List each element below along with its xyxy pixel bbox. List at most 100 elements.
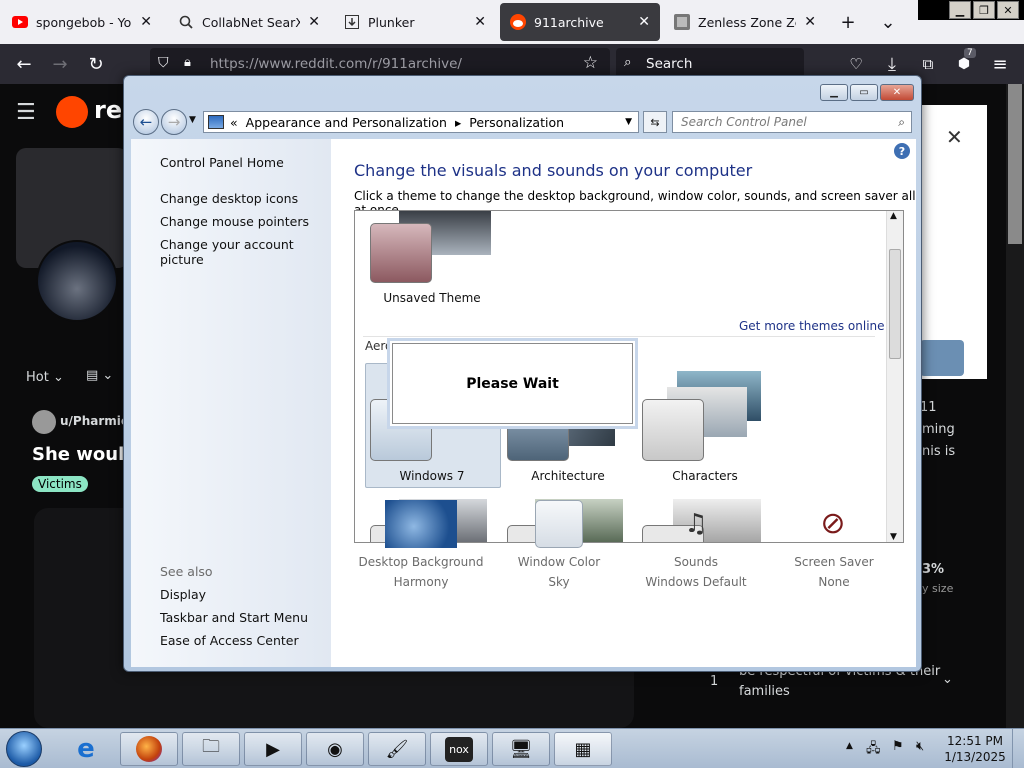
tab-zenless[interactable]: Zenless Zone Zero - ✕: [664, 3, 826, 41]
search-icon[interactable]: ⌕: [898, 115, 905, 130]
show-hidden-icons[interactable]: ▲: [846, 741, 853, 751]
sidebar-link-account-picture[interactable]: Change your account picture: [160, 237, 331, 267]
unsaved-theme-color-swatch[interactable]: [370, 223, 432, 283]
scroll-down-icon[interactable]: ▼: [890, 532, 897, 542]
refresh-button[interactable]: ⇆: [643, 111, 667, 133]
chevron-down-icon[interactable]: ▼: [625, 117, 632, 127]
cp-minimize-button[interactable]: ▁: [820, 84, 848, 101]
breadcrumb-separator-icon[interactable]: ▸: [455, 115, 461, 130]
internet-explorer-icon[interactable]: e: [70, 735, 102, 763]
scroll-up-icon[interactable]: ▲: [890, 211, 897, 221]
close-button[interactable]: ✕: [997, 1, 1019, 19]
action-center-flag-icon[interactable]: ⚑: [892, 739, 904, 754]
show-desktop-button[interactable]: [1012, 729, 1024, 768]
sort-dropdown[interactable]: Hot ⌄: [26, 370, 64, 385]
computer-icon[interactable]: 🖥︎: [492, 732, 550, 766]
page-scrollbar-thumb[interactable]: [1008, 84, 1022, 244]
theme-windows-7-label[interactable]: Windows 7: [367, 469, 497, 483]
sounds-label[interactable]: Sounds: [621, 555, 771, 569]
lock-icon[interactable]: 🔒︎: [184, 55, 191, 70]
screen-saver-icon[interactable]: ⊘: [811, 500, 855, 548]
cp-search-input[interactable]: Search Control Panel ⌕: [672, 111, 912, 133]
menu-icon[interactable]: ≡: [988, 52, 1012, 76]
pocket-icon[interactable]: ♡: [844, 52, 868, 76]
new-tab-button[interactable]: +: [836, 10, 860, 34]
cp-close-button[interactable]: ✕: [880, 84, 914, 101]
ublock-icon[interactable]: ⬢ 7: [952, 48, 976, 76]
theme-characters-label[interactable]: Characters: [640, 469, 770, 483]
shield-icon[interactable]: ⛉: [158, 55, 169, 71]
volume-muted-icon[interactable]: 🔇︎: [916, 739, 924, 754]
view-toggle-icon[interactable]: ▤ ⌄: [86, 368, 113, 383]
window-color-value[interactable]: Sky: [484, 575, 634, 589]
get-more-themes-link[interactable]: Get more themes online: [739, 319, 885, 333]
nox-icon[interactable]: nox: [430, 732, 488, 766]
hamburger-icon[interactable]: ☰: [16, 100, 36, 125]
unsaved-theme-label[interactable]: Unsaved Theme: [367, 291, 497, 305]
cp-maximize-button[interactable]: ▭: [850, 84, 878, 101]
post-flair[interactable]: Victims: [32, 476, 88, 492]
firefox-icon[interactable]: [120, 732, 178, 766]
desktop-background-value[interactable]: Harmony: [346, 575, 496, 589]
tab-911archive[interactable]: 911archive ✕: [500, 3, 660, 41]
tab-searxng[interactable]: CollabNet SearXNG ✕: [168, 3, 330, 41]
help-icon[interactable]: ?: [894, 143, 910, 159]
chevron-down-icon[interactable]: ⌄: [942, 672, 953, 687]
system-clock[interactable]: 12:51 PM 1/13/2025: [940, 733, 1010, 765]
start-button[interactable]: [6, 731, 42, 767]
back-button[interactable]: ←: [12, 52, 36, 76]
breadcrumb-overflow[interactable]: «: [230, 115, 238, 130]
tab-youtube[interactable]: spongebob - YouTube ✕: [2, 3, 162, 41]
avatar[interactable]: [32, 410, 56, 434]
cp-history-dropdown[interactable]: ▼: [189, 115, 196, 125]
file-explorer-icon[interactable]: 🗀︎: [182, 732, 240, 766]
breadcrumb[interactable]: « Appearance and Personalization ▸ Perso…: [203, 111, 639, 133]
window-color-icon[interactable]: [535, 500, 583, 548]
see-also-taskbar[interactable]: Taskbar and Start Menu: [160, 610, 308, 625]
breadcrumb-appearance[interactable]: Appearance and Personalization: [246, 115, 447, 130]
sidebar-link-control-panel-home[interactable]: Control Panel Home: [160, 155, 284, 170]
tab-list-button[interactable]: ⌄: [876, 10, 900, 34]
close-icon[interactable]: ✕: [804, 14, 816, 30]
close-icon[interactable]: ✕: [638, 14, 650, 30]
control-panel-task-icon[interactable]: ▦: [554, 732, 612, 766]
desktop-background-icon[interactable]: [385, 500, 457, 548]
theme-architecture-label[interactable]: Architecture: [503, 469, 633, 483]
theme-list-scrollbar[interactable]: ▲ ▼: [886, 211, 903, 542]
modal-button[interactable]: [920, 340, 964, 376]
sidebar-link-desktop-icons[interactable]: Change desktop icons: [160, 191, 298, 206]
extensions-icon[interactable]: ⧉: [916, 52, 940, 76]
sounds-icon[interactable]: ♫: [671, 500, 721, 548]
close-icon[interactable]: ✕: [474, 14, 486, 30]
bookmark-star-icon[interactable]: ☆: [583, 53, 598, 73]
desktop-background-label[interactable]: Desktop Background: [346, 555, 496, 569]
characters-color-swatch[interactable]: [642, 399, 704, 461]
minimize-button[interactable]: ▁: [949, 1, 971, 19]
sounds-value[interactable]: Windows Default: [621, 575, 771, 589]
paint-icon[interactable]: 🖌︎: [368, 732, 426, 766]
reload-button[interactable]: ↻: [84, 52, 108, 76]
breadcrumb-personalization[interactable]: Personalization: [469, 115, 564, 130]
forward-button[interactable]: →: [48, 52, 72, 76]
maximize-button[interactable]: ❐: [973, 1, 995, 19]
screen-saver-label[interactable]: Screen Saver: [759, 555, 909, 569]
rule-text-2[interactable]: families: [739, 684, 790, 699]
close-icon[interactable]: ✕: [140, 14, 152, 30]
screen-saver-value[interactable]: None: [759, 575, 909, 589]
tab-plunker[interactable]: Plunker ✕: [334, 3, 496, 41]
close-icon[interactable]: ✕: [308, 14, 320, 30]
reddit-logo-text[interactable]: re: [94, 96, 122, 124]
close-icon[interactable]: ✕: [946, 125, 963, 149]
size-label[interactable]: y size: [922, 582, 953, 595]
media-center-icon[interactable]: ◉: [306, 732, 364, 766]
see-also-ease-of-access[interactable]: Ease of Access Center: [160, 633, 299, 648]
see-also-display[interactable]: Display: [160, 587, 206, 602]
sidebar-link-mouse-pointers[interactable]: Change mouse pointers: [160, 214, 309, 229]
downloads-icon[interactable]: ⤓: [880, 52, 904, 76]
theme-list-scroll-thumb[interactable]: [889, 249, 901, 359]
media-player-icon[interactable]: ▶: [244, 732, 302, 766]
reddit-logo-icon[interactable]: [56, 96, 88, 128]
window-color-label[interactable]: Window Color: [484, 555, 634, 569]
cp-back-button[interactable]: ←: [133, 109, 159, 135]
network-icon[interactable]: 🖧︎: [866, 739, 881, 761]
